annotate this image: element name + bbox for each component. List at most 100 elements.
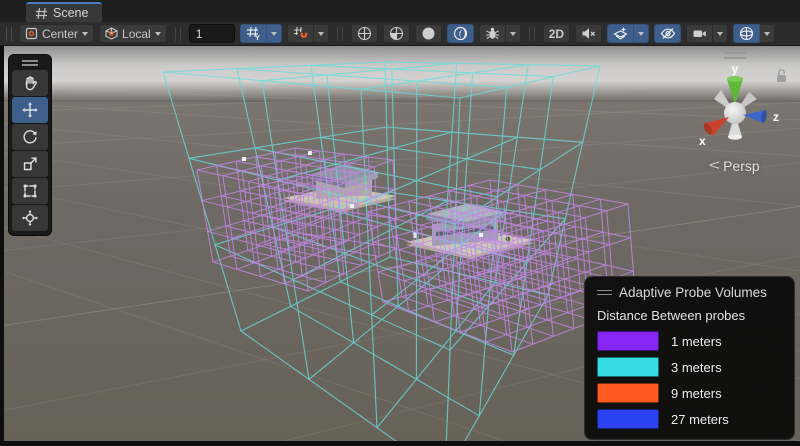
axis-z-label[interactable]: z [773, 110, 779, 124]
gizmos-sphere-icon [739, 26, 754, 41]
viewport-frame [0, 46, 4, 446]
toolbar-separator [337, 27, 343, 41]
dropdown-caret-icon [271, 32, 277, 36]
lighting-mode-button[interactable] [383, 24, 410, 43]
scene-effects-dropdown[interactable] [634, 24, 649, 43]
half-sphere-icon [389, 26, 404, 41]
solid-circle-icon [421, 26, 436, 41]
grid-tab-icon [36, 8, 47, 19]
axis-x-label[interactable]: x [699, 134, 706, 148]
toolbar-separator [529, 27, 535, 41]
scene-toolbar: Center Local Y [0, 22, 800, 46]
scene-effects-button[interactable] [607, 24, 634, 43]
debug-dropdown[interactable] [506, 24, 521, 43]
rotate-tool-icon [21, 128, 39, 146]
axis-y-cone[interactable] [727, 79, 743, 105]
camera-settings-dropdown[interactable] [713, 24, 728, 43]
grid-snap-button[interactable]: Y [240, 24, 267, 43]
transform-tool-icon [21, 209, 39, 227]
legend-title: Adaptive Probe Volumes [619, 285, 767, 300]
handle-orientation-button[interactable]: Local [99, 24, 167, 43]
magnet-snap-dropdown[interactable] [314, 24, 329, 43]
draw-mode-button[interactable] [351, 24, 378, 43]
effects-group [607, 24, 649, 43]
pivot-mode-label: Center [42, 27, 78, 41]
tab-strip: Scene [0, 0, 800, 22]
transform-tool-button[interactable] [12, 205, 48, 231]
audio-toggle-button[interactable] [575, 24, 602, 43]
gizmo-center-knob[interactable] [724, 102, 746, 124]
gizmos-button[interactable] [733, 24, 760, 43]
dropdown-caret-icon [155, 32, 161, 36]
svg-text:Y: Y [255, 33, 260, 41]
scale-tool-button[interactable] [12, 151, 48, 177]
pivot-icon [25, 27, 38, 40]
orientation-gizmo: y x z [685, 59, 785, 155]
hand-tool-button[interactable] [12, 70, 48, 96]
gizmos-dropdown[interactable] [760, 24, 775, 43]
move-tool-icon [21, 101, 39, 119]
legend-label-9m: 9 meters [671, 386, 722, 401]
scale-tool-icon [21, 155, 39, 173]
legend-row: 27 meters [597, 409, 782, 429]
camera-settings-button[interactable] [686, 24, 713, 43]
tab-label: Scene [53, 6, 88, 20]
toolbar-drag-handle[interactable] [6, 27, 12, 41]
gizmo-overlay-handle[interactable] [724, 52, 746, 59]
speaker-muted-icon [581, 26, 596, 41]
projection-chevron-icon: < [709, 157, 720, 174]
axis-neg-y-base [728, 134, 742, 139]
tab-scene[interactable]: Scene [26, 2, 102, 22]
legend-row: 1 meters [597, 331, 782, 351]
viewport-frame [0, 441, 800, 446]
legend-row: 3 meters [597, 357, 782, 377]
shaded-mode-button[interactable] [415, 24, 442, 43]
apv-legend-panel: Adaptive Probe Volumes Distance Between … [584, 276, 795, 440]
debug-group [479, 24, 521, 43]
lock-icon[interactable] [775, 68, 788, 83]
move-tool-button[interactable] [12, 97, 48, 123]
dropdown-caret-icon [82, 32, 88, 36]
hand-tool-icon [21, 74, 39, 92]
effects-layers-icon [613, 26, 628, 41]
bug-icon [485, 26, 500, 41]
cube-icon [105, 27, 118, 40]
eye-slash-icon [660, 26, 676, 41]
pivot-mode-button[interactable]: Center [19, 24, 94, 43]
axis-y-base [727, 76, 743, 82]
scene-visibility-button[interactable] [654, 24, 681, 43]
orientation-gizmo-overlay: y x z [680, 52, 790, 174]
rect-tool-icon [21, 182, 39, 200]
camera-group [686, 24, 728, 43]
dropdown-caret-icon [717, 32, 723, 36]
wire-sphere-icon [357, 26, 372, 41]
grid-snap-group: Y [240, 24, 282, 43]
rect-tool-button[interactable] [12, 178, 48, 204]
legend-drag-handle[interactable] [597, 290, 612, 296]
projection-toggle[interactable]: < Persp [710, 157, 759, 174]
rotate-tool-button[interactable] [12, 124, 48, 150]
axis-y-label[interactable]: y [732, 62, 739, 76]
dropdown-caret-icon [510, 32, 516, 36]
moon-icon [453, 26, 468, 41]
projection-label: Persp [723, 158, 760, 174]
2d-toggle-button[interactable]: 2D [543, 24, 570, 43]
tools-overlay-handle[interactable] [12, 58, 48, 68]
legend-row: 9 meters [597, 383, 782, 403]
swatch-9m [597, 383, 659, 403]
legend-label-3m: 3 meters [671, 360, 722, 375]
gizmos-group [733, 24, 775, 43]
magnet-snap-button[interactable] [287, 24, 314, 43]
dropdown-caret-icon [638, 32, 644, 36]
toolbar-separator [175, 27, 181, 41]
tools-overlay [8, 54, 52, 236]
swatch-27m [597, 409, 659, 429]
debug-button[interactable] [479, 24, 506, 43]
2d-label: 2D [549, 27, 564, 41]
snap-increment-input[interactable] [189, 24, 235, 43]
scene-viewport-canvas[interactable]: y x z [0, 46, 800, 446]
legend-label-1m: 1 meters [671, 334, 722, 349]
grid-snap-dropdown[interactable] [267, 24, 282, 43]
legend-label-27m: 27 meters [671, 412, 729, 427]
scene-lighting-button[interactable] [447, 24, 474, 43]
